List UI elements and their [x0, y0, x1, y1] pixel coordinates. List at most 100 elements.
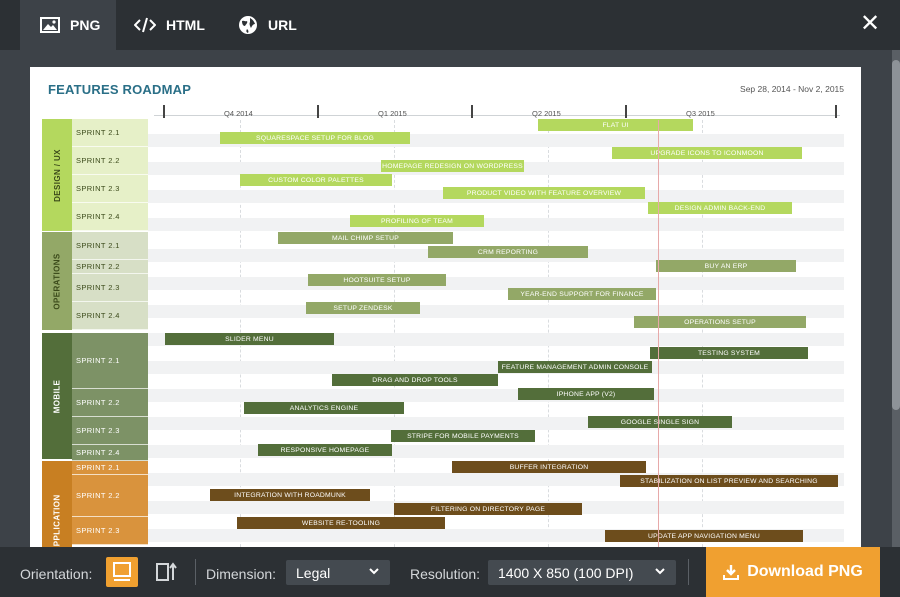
timeline-label: Q1 2015: [378, 109, 407, 118]
group-column: DESIGN / UX: [42, 119, 72, 231]
globe-icon: [239, 16, 257, 34]
roadmap-bar[interactable]: FILTERING ON DIRECTORY PAGE: [394, 503, 582, 515]
portrait-button[interactable]: [150, 557, 182, 587]
timeline-tick: [317, 105, 319, 118]
row-band: [148, 277, 844, 290]
tab-html-label: HTML: [166, 17, 205, 33]
timeline-label: Q4 2014: [224, 109, 253, 118]
image-icon: [40, 17, 60, 33]
roadmap-bar[interactable]: RESPONSIVE HOMEPAGE: [258, 444, 392, 456]
sprint-label: SPRINT 2.3: [72, 274, 148, 302]
code-icon: [134, 17, 156, 33]
download-label: Download PNG: [747, 563, 863, 580]
dimension-select[interactable]: Legal: [286, 560, 390, 585]
tab-png[interactable]: PNG: [20, 0, 116, 50]
roadmap-bar[interactable]: CUSTOM COLOR PALETTES: [240, 174, 392, 186]
sprint-label: SPRINT 2.2: [72, 475, 148, 517]
landscape-button[interactable]: [106, 557, 138, 587]
roadmap-bar[interactable]: PRODUCT VIDEO WITH FEATURE OVERVIEW: [443, 187, 645, 199]
sprint-label: SPRINT 2.3: [72, 417, 148, 445]
sprint-label: SPRINT 2.2: [72, 389, 148, 417]
roadmap-bar[interactable]: SQUARESPACE SETUP FOR BLOG: [220, 132, 410, 144]
roadmap-bar[interactable]: OPERATIONS SETUP: [634, 316, 806, 328]
sprint-label: SPRINT 2.1: [72, 461, 148, 475]
timeline-tick: [471, 105, 473, 118]
sprint-label: SPRINT 2.2: [72, 147, 148, 175]
sprint-label: SPRINT 2.3: [72, 517, 148, 545]
group-label: DESIGN / UX: [52, 148, 62, 202]
roadmap-bar[interactable]: SETUP ZENDESK: [306, 302, 420, 314]
roadmap-bar[interactable]: STABILIZATION ON LIST PREVIEW AND SEARCH…: [620, 475, 838, 487]
sprint-label: SPRINT 2.4: [72, 203, 148, 231]
tab-url[interactable]: URL: [238, 0, 297, 50]
timeline-tick: [625, 105, 627, 118]
chevron-down-icon: [655, 568, 665, 575]
roadmap-title: FEATURES ROADMAP: [48, 82, 192, 97]
landscape-icon: [113, 562, 131, 581]
sprint-label: SPRINT 2.4: [72, 302, 148, 330]
timeline-label: Q2 2015: [532, 109, 561, 118]
group-column: MOBILE: [42, 333, 72, 459]
scrollbar-thumb[interactable]: [892, 60, 900, 410]
sprint-label: SPRINT 2.3: [72, 175, 148, 203]
roadmap-bar[interactable]: BUY AN ERP: [656, 260, 796, 272]
row-band: [148, 417, 844, 430]
timeline-tick: [835, 105, 837, 118]
roadmap-sheet: FEATURES ROADMAP Sep 28, 2014 - Nov 2, 2…: [30, 67, 861, 547]
dimension-label: Dimension:: [206, 566, 277, 582]
orientation-label: Orientation:: [20, 566, 93, 582]
group-label: MOBILE: [52, 379, 62, 413]
roadmap-bar[interactable]: FEATURE MANAGEMENT ADMIN CONSOLE: [498, 361, 652, 373]
top-toolbar: PNG HTML URL ✕: [0, 0, 900, 50]
roadmap-bar[interactable]: DRAG AND DROP TOOLS: [332, 374, 498, 386]
roadmap-bar[interactable]: ANALYTICS ENGINE: [244, 402, 404, 414]
download-png-button[interactable]: Download PNG: [706, 547, 880, 597]
roadmap-bar[interactable]: MAIL CHIMP SETUP: [278, 232, 453, 244]
row-band: [148, 445, 844, 458]
chevron-down-icon: [369, 568, 379, 575]
roadmap-date-range: Sep 28, 2014 - Nov 2, 2015: [740, 84, 844, 94]
roadmap-bar[interactable]: CRM REPORTING: [428, 246, 588, 258]
timeline-axis: [154, 115, 840, 116]
roadmap-bar[interactable]: UPGRADE ICONS TO ICONMOON: [612, 147, 802, 159]
row-band: [148, 389, 844, 402]
roadmap-bar[interactable]: BUFFER INTEGRATION: [452, 461, 646, 473]
tab-url-label: URL: [268, 17, 297, 33]
roadmap-bar[interactable]: HOMEPAGE REDESIGN ON WORDPRESS: [381, 160, 524, 172]
roadmap-bar[interactable]: GOOGLE SINGLE SIGN: [588, 416, 732, 428]
group-label: OPERATIONS: [52, 252, 62, 310]
timeline-tick: [163, 105, 165, 118]
roadmap-bar[interactable]: DESIGN ADMIN BACK-END: [648, 202, 792, 214]
row-band: [148, 361, 844, 374]
bottom-toolbar: Orientation: Dimension: Legal Resolution…: [0, 547, 900, 597]
roadmap-bar[interactable]: STRIPE FOR MOBILE PAYMENTS: [391, 430, 535, 442]
download-icon: [723, 565, 740, 580]
roadmap-bar[interactable]: TESTING SYSTEM: [650, 347, 808, 359]
roadmap-bar[interactable]: WEBSITE RE-TOOLING: [237, 517, 445, 529]
preview-area[interactable]: FEATURES ROADMAP Sep 28, 2014 - Nov 2, 2…: [0, 50, 900, 547]
roadmap-bar[interactable]: FLAT UI: [538, 119, 693, 131]
resolution-label: Resolution:: [410, 566, 481, 582]
dimension-value: Legal: [296, 564, 331, 581]
roadmap-bar[interactable]: UPDATE APP NAVIGATION MENU: [605, 530, 803, 542]
row-band: [148, 218, 844, 231]
group-column: OPERATIONS: [42, 232, 72, 330]
close-icon[interactable]: ✕: [860, 12, 880, 36]
resolution-value: 1400 X 850 (100 DPI): [498, 564, 634, 581]
timeline-label: Q3 2015: [686, 109, 715, 118]
divider: [195, 559, 196, 585]
divider: [688, 559, 689, 585]
sprint-label: SPRINT 2.1: [72, 119, 148, 147]
tab-html[interactable]: HTML: [134, 0, 205, 50]
portrait-icon: [156, 562, 177, 581]
roadmap-bar[interactable]: SLIDER MENU: [165, 333, 334, 345]
roadmap-bar[interactable]: INTEGRATION WITH ROADMUNK: [210, 489, 370, 501]
sprint-label: SPRINT 2.1: [72, 333, 148, 389]
roadmap-bar[interactable]: IPHONE APP (V2): [518, 388, 654, 400]
group-label: WEB APPLICATION: [52, 493, 62, 547]
today-marker: [658, 120, 659, 547]
roadmap-bar[interactable]: HOOTSUITE SETUP: [308, 274, 446, 286]
resolution-select[interactable]: 1400 X 850 (100 DPI): [488, 560, 676, 585]
roadmap-bar[interactable]: PROFILING OF TEAM: [350, 215, 484, 227]
roadmap-bar[interactable]: YEAR-END SUPPORT FOR FINANCE: [508, 288, 656, 300]
